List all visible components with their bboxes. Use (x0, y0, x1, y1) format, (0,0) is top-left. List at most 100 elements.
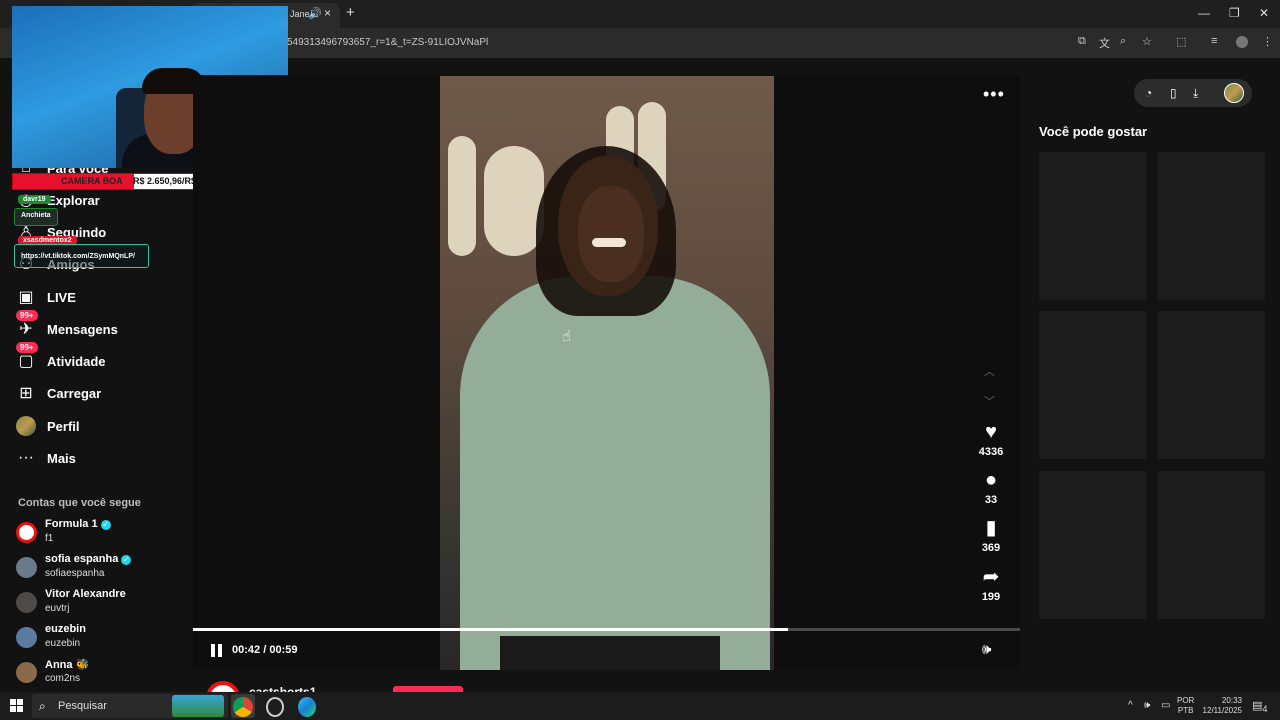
url-field[interactable]: 549313496793657_r=1&_t=ZS-91LIOJVNaPl (287, 37, 488, 48)
avatar (16, 522, 37, 543)
account-handle: f1 (45, 533, 54, 544)
account-name: sofia espanha (45, 553, 119, 565)
overlay-user-tag: davr19 (18, 195, 51, 204)
search-icon: ⌕ (39, 699, 46, 713)
profile-icon[interactable] (1236, 36, 1248, 48)
widgets-icon[interactable] (172, 695, 224, 717)
minimize-button[interactable]: — (1198, 6, 1210, 20)
bookmark-star-icon[interactable]: ☆ (1142, 35, 1152, 48)
suggested-video-thumbnail[interactable] (1157, 152, 1265, 300)
video-backdrop-letter (484, 146, 544, 256)
video-person-face (578, 186, 644, 282)
save-count: 369 (981, 542, 1001, 554)
avatar[interactable] (1224, 83, 1244, 103)
obs-icon[interactable] (266, 697, 284, 717)
video-frame[interactable] (440, 76, 774, 670)
sidebar-item-live[interactable]: ▣ LIVE (14, 285, 75, 309)
sidebar-item-label: Mais (47, 450, 76, 466)
volume-icon[interactable]: 🕪 (982, 641, 991, 658)
tray-expand-icon[interactable]: ^ (1128, 700, 1133, 711)
comment-count: 33 (984, 494, 998, 506)
speaker-icon[interactable]: 🔊 (308, 7, 322, 20)
avatar (16, 557, 37, 578)
messages-icon: ✈ (19, 321, 33, 338)
suggested-video-thumbnail[interactable] (1039, 152, 1147, 300)
sidebar-item-perfil[interactable]: Perfil (14, 414, 80, 438)
comment-button[interactable]: ● 33 (974, 468, 1008, 506)
sidebar-item-carregar[interactable]: ⊞ Carregar (14, 381, 101, 405)
suggested-video-thumbnail[interactable] (1157, 311, 1265, 459)
video-progress-fill (193, 628, 789, 631)
sidebar-item-label: Carregar (47, 385, 102, 401)
menu-icon[interactable]: ⋮ (1262, 35, 1273, 48)
avatar (16, 416, 36, 436)
previous-video-icon[interactable]: ︿ (984, 363, 995, 379)
following-account[interactable]: Anna 🐝 com2ns (16, 658, 186, 688)
following-account[interactable]: sofia espanha ✓ sofiaespanha (16, 553, 186, 583)
translate-icon[interactable]: 文 (1099, 35, 1110, 51)
media-controls-icon[interactable]: ≡ (1211, 35, 1217, 47)
notification-badge: 99+ (16, 310, 38, 321)
like-button[interactable]: ♥ 4336 (974, 420, 1008, 458)
avatar (16, 592, 37, 613)
clock-date: 12/11/2025 (1202, 706, 1242, 715)
avatar (16, 662, 37, 683)
share-count: 199 (981, 591, 1001, 603)
account-name-row: Formula 1 ✓ (45, 518, 111, 530)
sidebar-item-mais[interactable]: ··· Mais (14, 446, 76, 470)
account-name: Vitor Alexandre (45, 588, 126, 600)
restore-button[interactable]: ❐ (1229, 6, 1240, 20)
following-section-title: Contas que você segue (18, 497, 141, 509)
current-time: 00:42 (232, 644, 261, 656)
following-account[interactable]: euzebin euzebin (16, 623, 186, 653)
sidebar-item-label: Mensagens (47, 321, 118, 337)
account-name-row: sofia espanha ✓ (45, 553, 132, 565)
edge-icon[interactable] (298, 697, 316, 717)
suggested-video-thumbnail[interactable] (1039, 311, 1147, 459)
download-icon[interactable]: ⤓ (1193, 86, 1198, 101)
speaker-icon[interactable]: 🕪 (1144, 700, 1150, 711)
following-account[interactable]: Formula 1 ✓ f1 (16, 518, 186, 548)
overlay-user-tag: Anchieta (14, 208, 58, 226)
suggested-video-thumbnail[interactable] (1039, 471, 1147, 619)
windows-start-icon[interactable] (10, 699, 23, 712)
new-tab-button[interactable]: + (346, 4, 355, 21)
pause-button[interactable] (208, 643, 224, 659)
account-handle: euzebin (45, 638, 81, 649)
video-person-hoodie (460, 276, 770, 670)
next-video-icon[interactable]: ﹀ (984, 393, 995, 409)
cast-icon[interactable]: ⧉ (1078, 35, 1086, 48)
extensions-icon[interactable]: ⬚ (1176, 35, 1186, 48)
sidebar-item-label: Perfil (47, 418, 80, 434)
verified-icon: ✓ (100, 520, 111, 530)
time-separator: / (263, 644, 267, 656)
profile-avatar-wrap (14, 415, 38, 437)
zoom-icon[interactable]: ⌕ (1120, 35, 1126, 48)
chrome-icon[interactable] (233, 697, 253, 717)
save-button[interactable]: ▮ 369 (974, 516, 1008, 554)
share-icon: ➦ (982, 566, 1000, 588)
sidebar-item-atividade[interactable]: ▢ 99+ Atividade (14, 342, 106, 373)
compass-icon[interactable]: ◔ (1145, 86, 1152, 100)
sidebar-item-mensagens[interactable]: ✈ 99+ Mensagens (14, 310, 118, 341)
account-name: Anna 🐝 (45, 659, 90, 671)
close-window-button[interactable]: ✕ (1259, 6, 1269, 20)
input-language[interactable]: POR PTB (1177, 696, 1194, 716)
mobile-icon[interactable]: ▯ (1170, 86, 1177, 100)
account-handle: com2ns (45, 673, 81, 684)
share-button[interactable]: ➦ 199 (974, 565, 1008, 603)
system-clock[interactable]: 20:33 12/11/2025 (1198, 696, 1242, 716)
suggestions-title: Você pode gostar (1039, 124, 1148, 139)
sidebar-item-label: Atividade (47, 353, 106, 369)
tab-title: Jane (290, 9, 310, 19)
live-icon: ▣ (18, 289, 34, 306)
like-count: 4336 (978, 446, 1004, 458)
video-progress-bar[interactable] (193, 628, 1020, 631)
tab-close-button[interactable]: × (324, 6, 331, 20)
network-icon[interactable]: ▭ (1161, 700, 1170, 711)
comment-icon: ● (984, 469, 998, 491)
following-account[interactable]: Vitor Alexandre euvtrj (16, 588, 186, 618)
more-options-icon[interactable]: ••• (983, 84, 1005, 105)
suggested-video-thumbnail[interactable] (1157, 471, 1265, 619)
notification-icon[interactable]: ▤4 (1252, 699, 1268, 714)
